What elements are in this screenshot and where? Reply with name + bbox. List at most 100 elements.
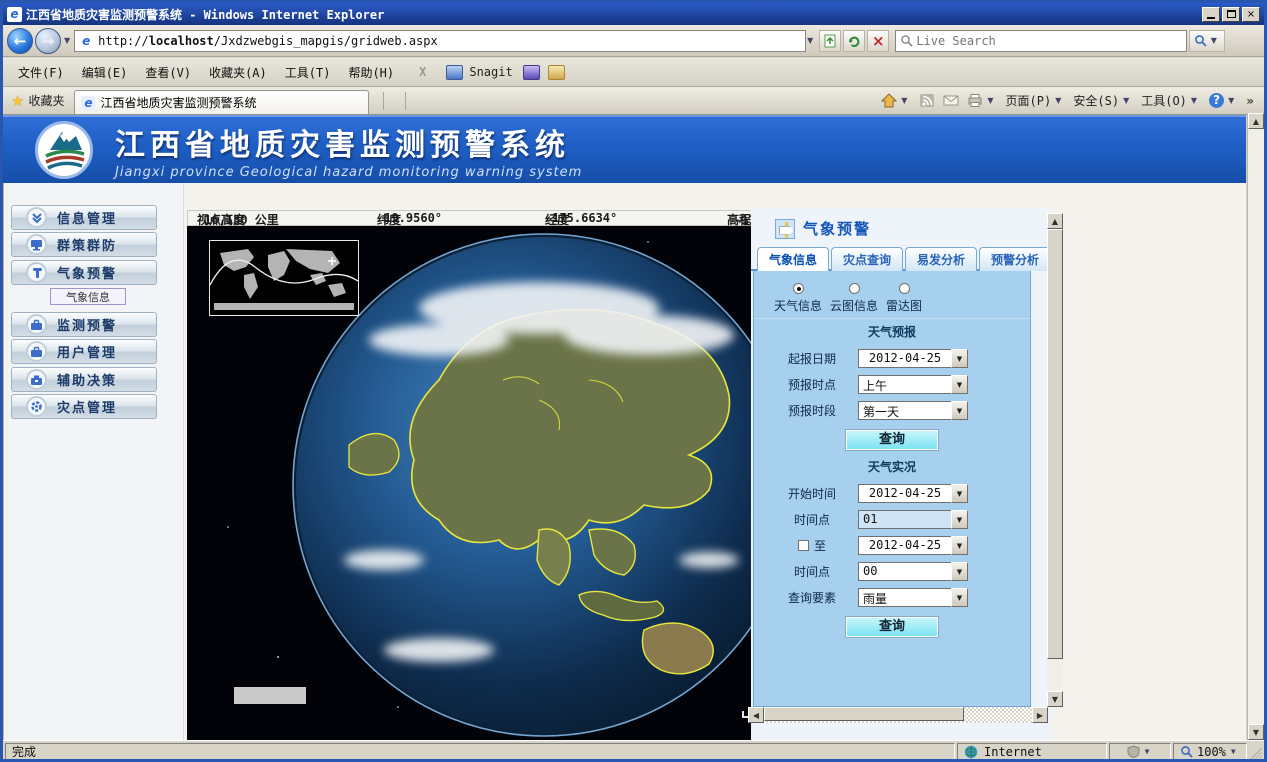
forecast-time-select[interactable]: 上午 ▼ [858, 375, 968, 394]
favorites-star-icon[interactable]: ★ [11, 92, 24, 110]
weather-type-radios: 天气信息 云图信息 雷达图 [754, 271, 1030, 319]
read-mail-button[interactable] [943, 93, 959, 108]
sidebar-item-hazard-point-management[interactable]: 灾点管理 [11, 394, 157, 419]
back-button[interactable]: ← [7, 28, 33, 54]
snagit-editor-icon[interactable] [548, 65, 565, 80]
dropdown-arrow-icon[interactable]: ▼ [951, 562, 968, 581]
feeds-button[interactable] [919, 93, 935, 108]
favorites-label[interactable]: 收藏夹 [28, 92, 64, 109]
tab-susceptibility-analysis[interactable]: 易发分析 [905, 247, 977, 271]
page-vertical-scrollbar[interactable]: ▲ ▼ [1247, 113, 1264, 740]
refresh-button[interactable] [843, 30, 865, 52]
zoom-control[interactable]: 100% ▼ [1173, 743, 1247, 761]
dropdown-arrow-icon[interactable]: ▼ [951, 510, 968, 529]
live-query-button[interactable]: 查询 [846, 617, 938, 637]
maximize-button[interactable] [1222, 7, 1240, 22]
menu-file[interactable]: 文件(F) [9, 60, 73, 85]
minimize-button[interactable] [1202, 7, 1220, 22]
search-input[interactable] [916, 34, 1182, 48]
scroll-left-icon[interactable]: ◀ [748, 707, 764, 723]
zoom-magnifier-icon [1180, 745, 1193, 758]
live-end-hour-select[interactable]: 00 ▼ [858, 562, 968, 581]
forecast-date-select[interactable]: 2012-04-25 ▼ [858, 349, 968, 368]
home-button[interactable]: ▼ [881, 93, 911, 108]
live-start-date-select[interactable]: 2012-04-25 ▼ [858, 484, 968, 503]
sidebar-subitem-weather-info[interactable]: 气象信息 [50, 288, 126, 305]
menu-edit[interactable]: 编辑(E) [73, 60, 137, 85]
radio-icon[interactable] [849, 283, 860, 294]
sidebar-item-monitoring-warning[interactable]: 监测预警 [11, 312, 157, 337]
search-options-icon[interactable]: ▼ [1210, 36, 1221, 45]
stop-button[interactable]: × [867, 30, 889, 52]
more-commands-icon[interactable]: » [1246, 94, 1254, 108]
scroll-up-icon[interactable]: ▲ [1248, 113, 1264, 129]
overview-minimap[interactable] [209, 240, 359, 316]
help-menu-button[interactable]: ? ▼ [1209, 93, 1238, 108]
toolbar-close-icon[interactable]: X [403, 65, 442, 79]
dropdown-arrow-icon[interactable]: ▼ [951, 588, 968, 607]
snagit-capture-icon[interactable] [523, 65, 540, 80]
protected-mode-dropdown-icon[interactable]: ▼ [1144, 747, 1154, 756]
close-button[interactable]: × [1242, 7, 1260, 22]
tab-hazard-query[interactable]: 灾点查询 [831, 247, 903, 271]
url-dropdown-icon[interactable]: ▼ [806, 36, 817, 45]
zoom-dropdown-icon[interactable]: ▼ [1230, 747, 1240, 756]
earth-globe[interactable] [289, 230, 799, 740]
dropdown-arrow-icon[interactable]: ▼ [951, 484, 968, 503]
history-dropdown-icon[interactable]: ▼ [63, 36, 74, 45]
scroll-up-icon[interactable]: ▲ [1047, 213, 1063, 229]
live-start-hour-select[interactable]: 01 ▼ [858, 510, 968, 529]
scroll-right-icon[interactable]: ▶ [1032, 707, 1048, 723]
browser-tab[interactable]: e 江西省地质灾害监测预警系统 [74, 90, 369, 114]
radio-radar-image[interactable]: 雷达图 [886, 283, 922, 314]
search-go-button[interactable]: ▼ [1189, 30, 1225, 52]
menu-view[interactable]: 查看(V) [136, 60, 200, 85]
menu-help[interactable]: 帮助(H) [339, 60, 403, 85]
live-end-hour-row: 时间点 00 ▼ [766, 562, 1030, 581]
tab-warning-analysis[interactable]: 预警分析 [979, 247, 1051, 271]
page-menu-button[interactable]: 页面(P) ▼ [1006, 92, 1066, 109]
safety-menu-button[interactable]: 安全(S) ▼ [1073, 92, 1133, 109]
print-button[interactable]: ▼ [967, 93, 997, 108]
dropdown-arrow-icon[interactable]: ▼ [951, 375, 968, 394]
protected-mode-cell[interactable]: ▼ [1109, 743, 1171, 761]
query-element-select[interactable]: 雨量 ▼ [858, 588, 968, 607]
dropdown-arrow-icon[interactable]: ▼ [951, 349, 968, 368]
menu-bar: 文件(F) 编辑(E) 查看(V) 收藏夹(A) 工具(T) 帮助(H) X S… [3, 58, 1264, 87]
scrollbar-thumb[interactable] [764, 707, 964, 721]
tab-weather-info[interactable]: 气象信息 [757, 247, 829, 271]
resize-grip[interactable] [1249, 747, 1262, 761]
page-menu-label: 页面(P) [1006, 92, 1052, 109]
title-bar[interactable]: e 江西省地质灾害监测预警系统 - Windows Internet Explo… [3, 3, 1264, 25]
radio-icon[interactable] [899, 283, 910, 294]
snagit-icon[interactable] [446, 65, 463, 80]
radio-checked-icon[interactable] [793, 283, 804, 294]
home-dropdown-icon[interactable]: ▼ [900, 96, 911, 105]
forecast-period-select[interactable]: 第一天 ▼ [858, 401, 968, 420]
radio-weather-info[interactable]: 天气信息 [774, 283, 822, 314]
compatibility-button[interactable] [819, 30, 841, 52]
panel-horizontal-scrollbar[interactable]: ◀ ▶ [748, 707, 1048, 723]
sidebar-item-weather-warning[interactable]: 气象预警 [11, 260, 157, 285]
scroll-down-icon[interactable]: ▼ [1047, 691, 1063, 707]
live-search-box[interactable] [895, 30, 1187, 52]
scroll-down-icon[interactable]: ▼ [1248, 724, 1264, 740]
dropdown-arrow-icon[interactable]: ▼ [951, 401, 968, 420]
sidebar-item-group-prevention[interactable]: 群策群防 [11, 232, 157, 257]
end-date-checkbox[interactable] [798, 540, 809, 551]
menu-tools[interactable]: 工具(T) [276, 60, 340, 85]
sidebar-item-user-management[interactable]: 用户管理 [11, 339, 157, 364]
print-dropdown-icon[interactable]: ▼ [986, 96, 997, 105]
live-end-date-select[interactable]: 2012-04-25 ▼ [858, 536, 968, 555]
menu-favorites[interactable]: 收藏夹(A) [200, 60, 276, 85]
forward-button[interactable]: → [35, 28, 61, 54]
tools-menu-button[interactable]: 工具(O) ▼ [1141, 92, 1201, 109]
sidebar-item-decision-support[interactable]: 辅助决策 [11, 367, 157, 392]
dropdown-arrow-icon[interactable]: ▼ [951, 536, 968, 555]
scrollbar-thumb[interactable] [1047, 229, 1063, 659]
sidebar-item-info-management[interactable]: 信息管理 [11, 205, 157, 230]
forecast-query-button[interactable]: 查询 [846, 430, 938, 450]
panel-vertical-scrollbar[interactable]: ▲ ▼ [1047, 213, 1063, 707]
radio-cloud-image[interactable]: 云图信息 [830, 283, 878, 314]
url-field[interactable]: e http://localhost/Jxdzwebgis_mapgis/gri… [74, 30, 806, 52]
